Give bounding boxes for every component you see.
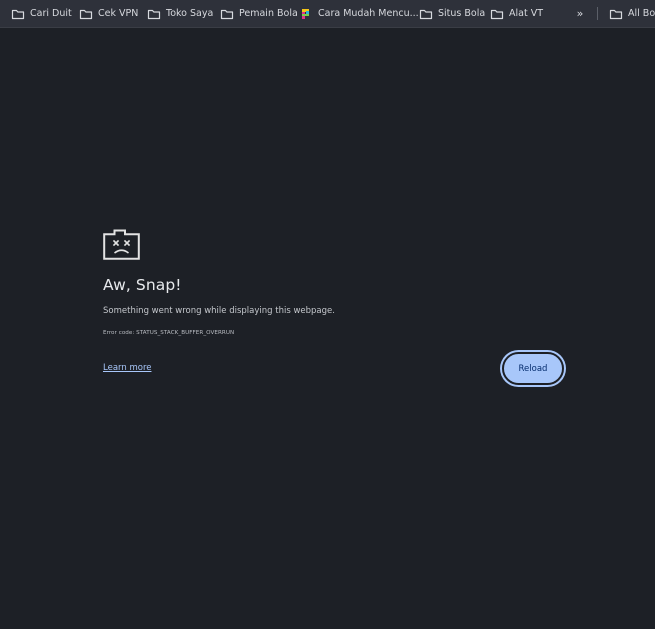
bookmark-label: Cek VPN	[98, 8, 139, 19]
folder-icon	[79, 7, 93, 21]
bookmark-cari-duit[interactable]: Cari Duit	[11, 0, 72, 27]
folder-icon	[147, 7, 161, 21]
error-message: Something went wrong while displaying th…	[103, 306, 335, 316]
bookmark-label: All Bookmarks	[628, 8, 655, 19]
bookmark-cara-mudah[interactable]: Cara Mudah Mencu...	[299, 0, 419, 27]
bookmarks-bar: Cari Duit Cek VPN Toko Saya Pemain Bola	[0, 0, 655, 28]
bookmark-situs-bola[interactable]: Situs Bola	[419, 0, 485, 27]
browser-page: Cari Duit Cek VPN Toko Saya Pemain Bola	[0, 0, 655, 629]
reload-button[interactable]: Reload	[502, 352, 564, 385]
bookmark-label: Toko Saya	[166, 8, 214, 19]
bookmark-pemain-bola[interactable]: Pemain Bola	[220, 0, 298, 27]
page-title: Aw, Snap!	[103, 276, 182, 294]
bookmark-label: Situs Bola	[438, 8, 486, 19]
chevron-double-right-icon: »	[576, 7, 584, 20]
bookmarks-divider	[597, 7, 598, 20]
bookmark-toko-saya[interactable]: Toko Saya	[147, 0, 213, 27]
folder-icon	[609, 7, 623, 21]
bookmark-alat-vt[interactable]: Alat VT	[490, 0, 543, 27]
bookmark-label: Cari Duit	[30, 8, 72, 19]
folder-icon	[419, 7, 433, 21]
learn-more-link[interactable]: Learn more	[103, 363, 151, 373]
bookmark-label: Pemain Bola	[239, 8, 298, 19]
reload-button-label: Reload	[518, 363, 548, 374]
folder-icon	[490, 7, 504, 21]
bookmarks-overflow-button[interactable]: »	[571, 0, 589, 27]
sad-tab-icon	[103, 226, 140, 260]
bookmark-label: Cara Mudah Mencu...	[318, 8, 419, 19]
folder-icon	[11, 7, 25, 21]
site-favicon-icon	[299, 7, 313, 21]
error-code: Error code: STATUS_STACK_BUFFER_OVERRUN	[103, 330, 235, 336]
bookmark-all-bookmarks[interactable]: All Bookmarks	[609, 0, 655, 27]
bookmark-label: Alat VT	[509, 8, 544, 19]
bookmark-cek-vpn[interactable]: Cek VPN	[79, 0, 138, 27]
folder-icon	[220, 7, 234, 21]
